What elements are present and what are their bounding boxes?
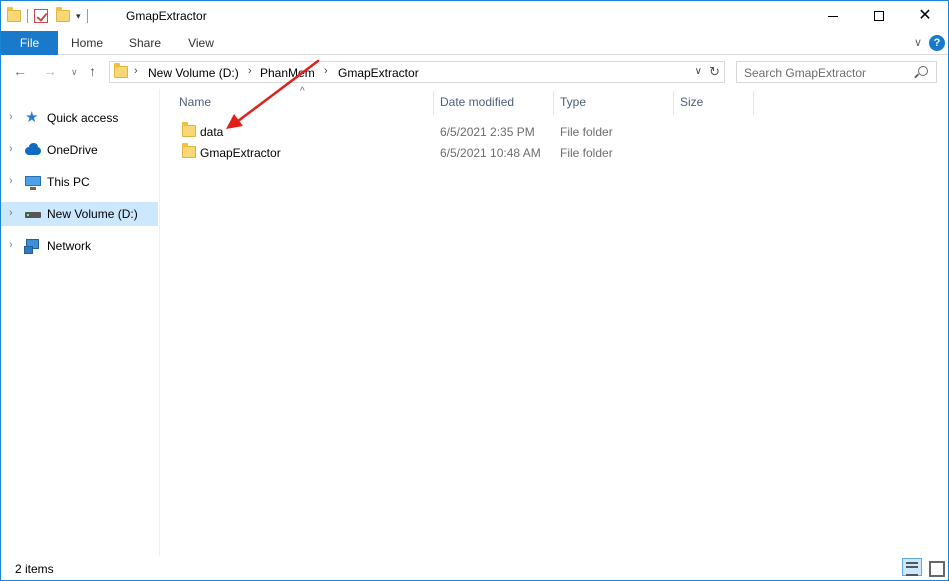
expand-ribbon-icon[interactable]: ∨	[914, 36, 922, 49]
file-type: File folder	[560, 146, 613, 160]
column-divider[interactable]	[753, 91, 754, 115]
search-placeholder: Search GmapExtractor	[744, 66, 867, 80]
toolbar-separator	[86, 9, 88, 23]
quick-access-toolbar: ▾	[7, 5, 94, 27]
breadcrumb-phanmem[interactable]: PhanMem	[260, 66, 315, 80]
title-bar: ▾ GmapExtractor ✕	[1, 1, 948, 31]
file-date-modified: 6/5/2021 10:48 AM	[440, 146, 541, 160]
table-row[interactable]: data 6/5/2021 2:35 PM File folder	[173, 121, 753, 142]
cloud-icon	[25, 142, 41, 158]
address-dropdown-icon[interactable]: ∨	[695, 66, 702, 77]
status-bar: 2 items	[1, 556, 948, 580]
sidebar-item-label: New Volume (D:)	[47, 207, 138, 221]
chevron-right-icon[interactable]: ›	[324, 65, 328, 77]
column-divider[interactable]	[433, 91, 434, 115]
folder-icon	[7, 7, 21, 22]
file-list: ^ Name Date modified Type Size data 6/5/…	[161, 86, 948, 556]
column-header-size[interactable]: Size	[680, 95, 703, 109]
chevron-right-icon[interactable]: ›	[248, 65, 252, 77]
chevron-right-icon[interactable]: ›	[9, 239, 13, 251]
close-icon: ✕	[918, 7, 932, 24]
toolbar-separator	[27, 9, 28, 23]
sidebar-item-label: OneDrive	[47, 143, 98, 157]
window-controls: ✕	[810, 1, 948, 31]
table-row[interactable]: GmapExtractor 6/5/2021 10:48 AM File fol…	[173, 142, 753, 163]
column-divider[interactable]	[553, 91, 554, 115]
sidebar-item-new-volume[interactable]: › New Volume (D:)	[1, 202, 158, 226]
refresh-icon[interactable]: ↻	[709, 64, 720, 80]
maximize-button[interactable]	[856, 1, 902, 31]
large-icons-view-button[interactable]	[927, 559, 945, 577]
help-icon[interactable]: ?	[929, 35, 945, 51]
back-arrow-icon[interactable]: ←	[13, 63, 27, 79]
ribbon-tabs: File Home Share View ∨ ?	[1, 31, 948, 55]
navigation-pane: › ★ Quick access › OneDrive › This PC › …	[1, 89, 160, 556]
new-folder-icon[interactable]	[56, 7, 70, 22]
close-button[interactable]: ✕	[902, 1, 948, 31]
file-name: GmapExtractor	[200, 146, 281, 160]
tab-share[interactable]: Share	[125, 31, 165, 55]
tab-view[interactable]: View	[183, 31, 219, 55]
file-type: File folder	[560, 125, 613, 139]
column-divider[interactable]	[673, 91, 674, 115]
customize-toolbar-icon[interactable]: ▾	[76, 11, 81, 22]
sidebar-item-label: Network	[47, 239, 92, 253]
navigation-bar: ← → ∨ ↑ › New Volume (D:) › PhanMem › Gm…	[1, 56, 948, 89]
chevron-right-icon[interactable]: ›	[134, 65, 138, 77]
chevron-right-icon[interactable]: ›	[9, 143, 13, 155]
maximize-icon	[874, 11, 884, 21]
sidebar-item-this-pc[interactable]: › This PC	[1, 170, 158, 194]
breadcrumb-new-volume[interactable]: New Volume (D:)	[148, 66, 239, 80]
sidebar-item-onedrive[interactable]: › OneDrive	[1, 138, 158, 162]
search-input[interactable]: Search GmapExtractor	[736, 61, 937, 83]
file-date-modified: 6/5/2021 2:35 PM	[440, 125, 535, 139]
sidebar-item-label: This PC	[47, 175, 90, 189]
computer-icon	[25, 174, 41, 190]
folder-icon	[182, 143, 196, 158]
chevron-right-icon[interactable]: ›	[9, 175, 13, 187]
drive-icon	[25, 206, 41, 222]
chevron-right-icon[interactable]: ›	[9, 111, 13, 123]
sort-ascending-icon: ^	[300, 86, 305, 97]
minimize-button[interactable]	[810, 1, 856, 31]
recent-locations-icon[interactable]: ∨	[71, 67, 78, 78]
column-header-date-modified[interactable]: Date modified	[440, 95, 514, 109]
star-icon: ★	[25, 109, 39, 126]
chevron-right-icon[interactable]: ›	[9, 207, 13, 219]
folder-icon	[182, 122, 196, 137]
forward-arrow-icon[interactable]: →	[43, 63, 57, 79]
network-icon	[24, 238, 41, 254]
tab-home[interactable]: Home	[65, 31, 109, 55]
properties-icon[interactable]	[34, 9, 48, 23]
tab-file[interactable]: File	[1, 31, 58, 55]
item-count: 2 items	[15, 562, 54, 576]
column-header-name[interactable]: Name	[179, 95, 211, 109]
folder-icon	[114, 63, 128, 78]
sidebar-item-label: Quick access	[47, 111, 119, 125]
search-icon	[918, 66, 928, 76]
explorer-window: ▾ GmapExtractor ✕ File Home Share View ∨…	[0, 0, 949, 581]
details-view-button[interactable]	[902, 558, 922, 576]
breadcrumb-gmapextractor[interactable]: GmapExtractor	[338, 66, 419, 80]
file-name: data	[200, 125, 224, 139]
minimize-icon	[828, 15, 838, 17]
address-bar[interactable]: › New Volume (D:) › PhanMem › GmapExtrac…	[109, 61, 725, 83]
window-title: GmapExtractor	[126, 9, 207, 23]
column-header-type[interactable]: Type	[560, 95, 586, 109]
sidebar-item-quick-access[interactable]: › ★ Quick access	[1, 106, 158, 130]
up-arrow-icon[interactable]: ↑	[89, 63, 96, 79]
sidebar-item-network[interactable]: › Network	[1, 234, 158, 258]
